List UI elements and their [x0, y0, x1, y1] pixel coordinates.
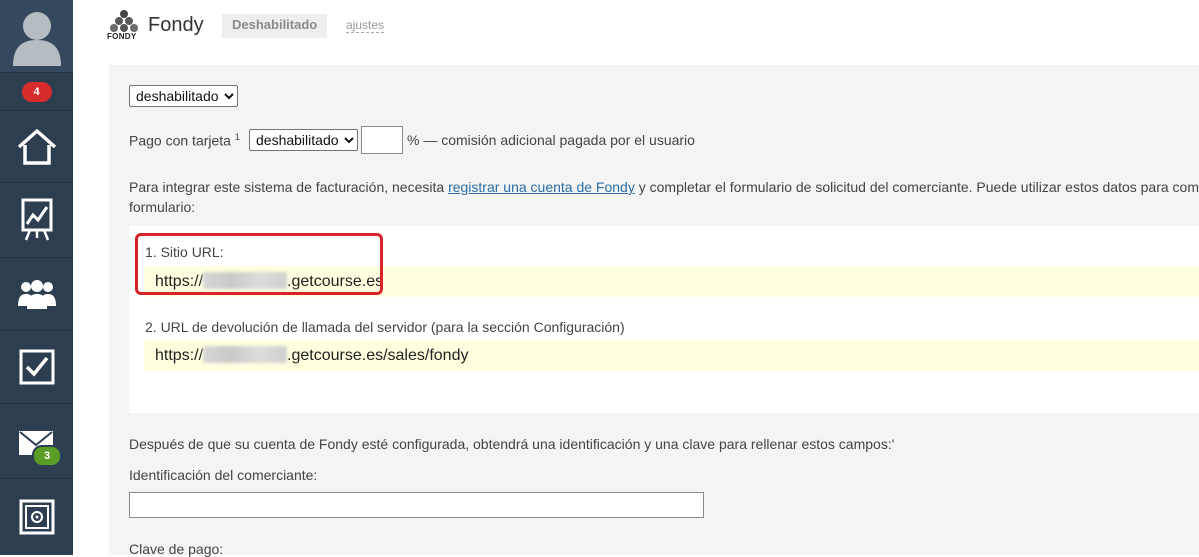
notification-count-badge: 4 [21, 81, 52, 102]
commission-input[interactable] [361, 126, 403, 154]
page-header: FONDY Fondy Deshabilitado ajustes [73, 0, 1199, 55]
intro-text-part1: Para integrar este sistema de facturació… [129, 179, 449, 195]
mail-count-badge: 3 [32, 445, 62, 467]
card-payment-select[interactable]: deshabilitado [249, 129, 358, 151]
commission-suffix-text: % — comisión adicional pagada por el usu… [407, 132, 695, 148]
sidebar-user-avatar[interactable] [0, 0, 73, 73]
users-group-icon [17, 280, 56, 309]
user-avatar-icon [12, 12, 61, 66]
sidebar-item-safe[interactable] [0, 479, 73, 555]
integration-intro-text: Para integrar este sistema de facturació… [129, 177, 1199, 197]
urls-box: 1. Sitio URL: https:// .getcourse.es 2. U… [129, 226, 1199, 413]
settings-panel: deshabilitado Pago con tarjeta 1 deshabi… [109, 65, 1199, 557]
sidebar-notifications[interactable]: 4 [0, 73, 73, 111]
intro-text-line2: formulario: [129, 199, 196, 215]
card-payment-footnote: 1 [234, 132, 240, 142]
sidebar-item-home[interactable] [0, 111, 73, 183]
intro-text-part2: y completar el formulario de solicitud d… [634, 179, 1199, 195]
merchant-id-label: Identificación del comerciante: [129, 467, 318, 483]
card-payment-label-text: Pago con tarjeta [129, 132, 231, 149]
sidebar: 4 3 [0, 0, 73, 555]
fondy-logo-text: FONDY [107, 32, 137, 41]
site-url-label: 1. Sitio URL: [145, 244, 224, 260]
blurred-subdomain [203, 272, 288, 289]
callback-url-prefix: https:// [155, 347, 204, 364]
sidebar-item-mail[interactable]: 3 [0, 404, 73, 479]
status-select[interactable]: deshabilitado [129, 85, 238, 107]
sidebar-item-tasks[interactable] [0, 331, 73, 404]
site-url-suffix: .getcourse.es [287, 273, 384, 290]
statistics-board-icon [21, 198, 52, 241]
blurred-subdomain [203, 346, 288, 363]
safe-icon [19, 499, 54, 535]
callback-url-value: https:// .getcourse.es/sales/fondy [144, 340, 1199, 371]
settings-link[interactable]: ajustes [346, 18, 385, 33]
register-fondy-link[interactable]: registrar una cuenta de Fondy [448, 179, 635, 195]
callback-url-label: 2. URL de devolución de llamada del serv… [145, 319, 625, 335]
card-payment-label: Pago con tarjeta 1 [129, 132, 240, 149]
home-icon [17, 128, 56, 165]
callback-url-suffix: .getcourse.es/sales/fondy [287, 347, 469, 364]
tasks-checkbox-icon [19, 349, 54, 385]
status-badge: Deshabilitado [222, 14, 328, 38]
site-url-prefix: https:// [155, 273, 204, 290]
sidebar-item-statistics[interactable] [0, 183, 73, 258]
merchant-id-input[interactable] [129, 492, 704, 518]
sidebar-item-users[interactable] [0, 258, 73, 331]
after-setup-text: Después de que su cuenta de Fondy esté c… [129, 436, 895, 452]
site-url-value: https:// .getcourse.es [144, 266, 1199, 297]
page-title: Fondy [148, 14, 204, 36]
